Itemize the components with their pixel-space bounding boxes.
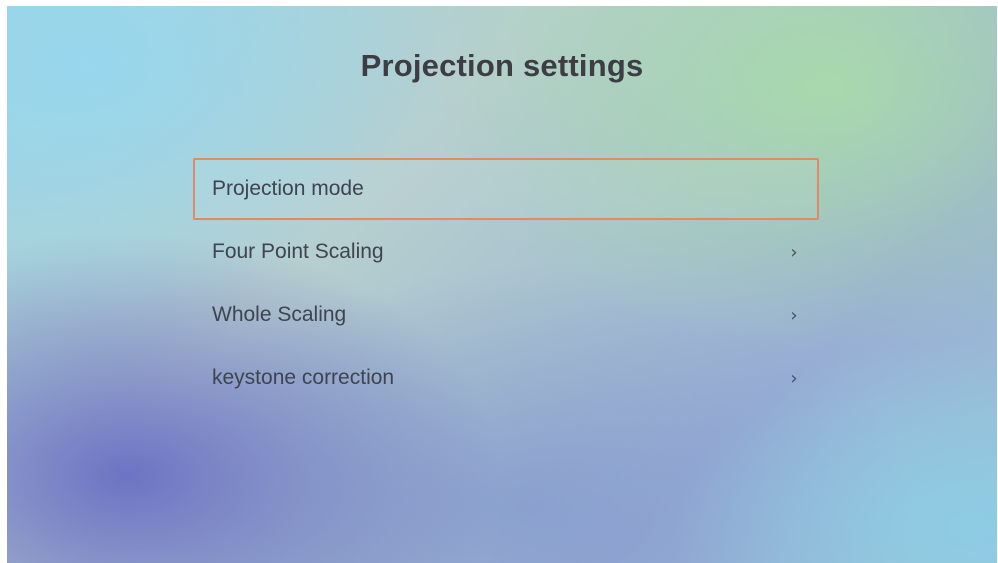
chevron-right-icon: › [790,367,798,389]
chevron-right-icon: › [790,304,798,326]
menu-item-label: Four Point Scaling [212,240,384,263]
settings-menu: Projection mode Four Point Scaling › Who… [193,158,819,410]
chevron-right-icon: › [790,241,798,263]
menu-item-label: Projection mode [212,177,364,200]
menu-item-label: keystone correction [212,366,395,389]
menu-item-whole-scaling[interactable]: Whole Scaling › [193,284,819,346]
menu-item-keystone-correction[interactable]: keystone correction › [193,347,819,409]
menu-item-label: Whole Scaling [212,303,347,326]
page-title: Projection settings [360,48,644,83]
projection-settings-screen: Projection settings Projection mode Four… [7,6,997,563]
menu-item-four-point-scaling[interactable]: Four Point Scaling › [193,221,819,283]
menu-item-projection-mode[interactable]: Projection mode [193,158,819,220]
